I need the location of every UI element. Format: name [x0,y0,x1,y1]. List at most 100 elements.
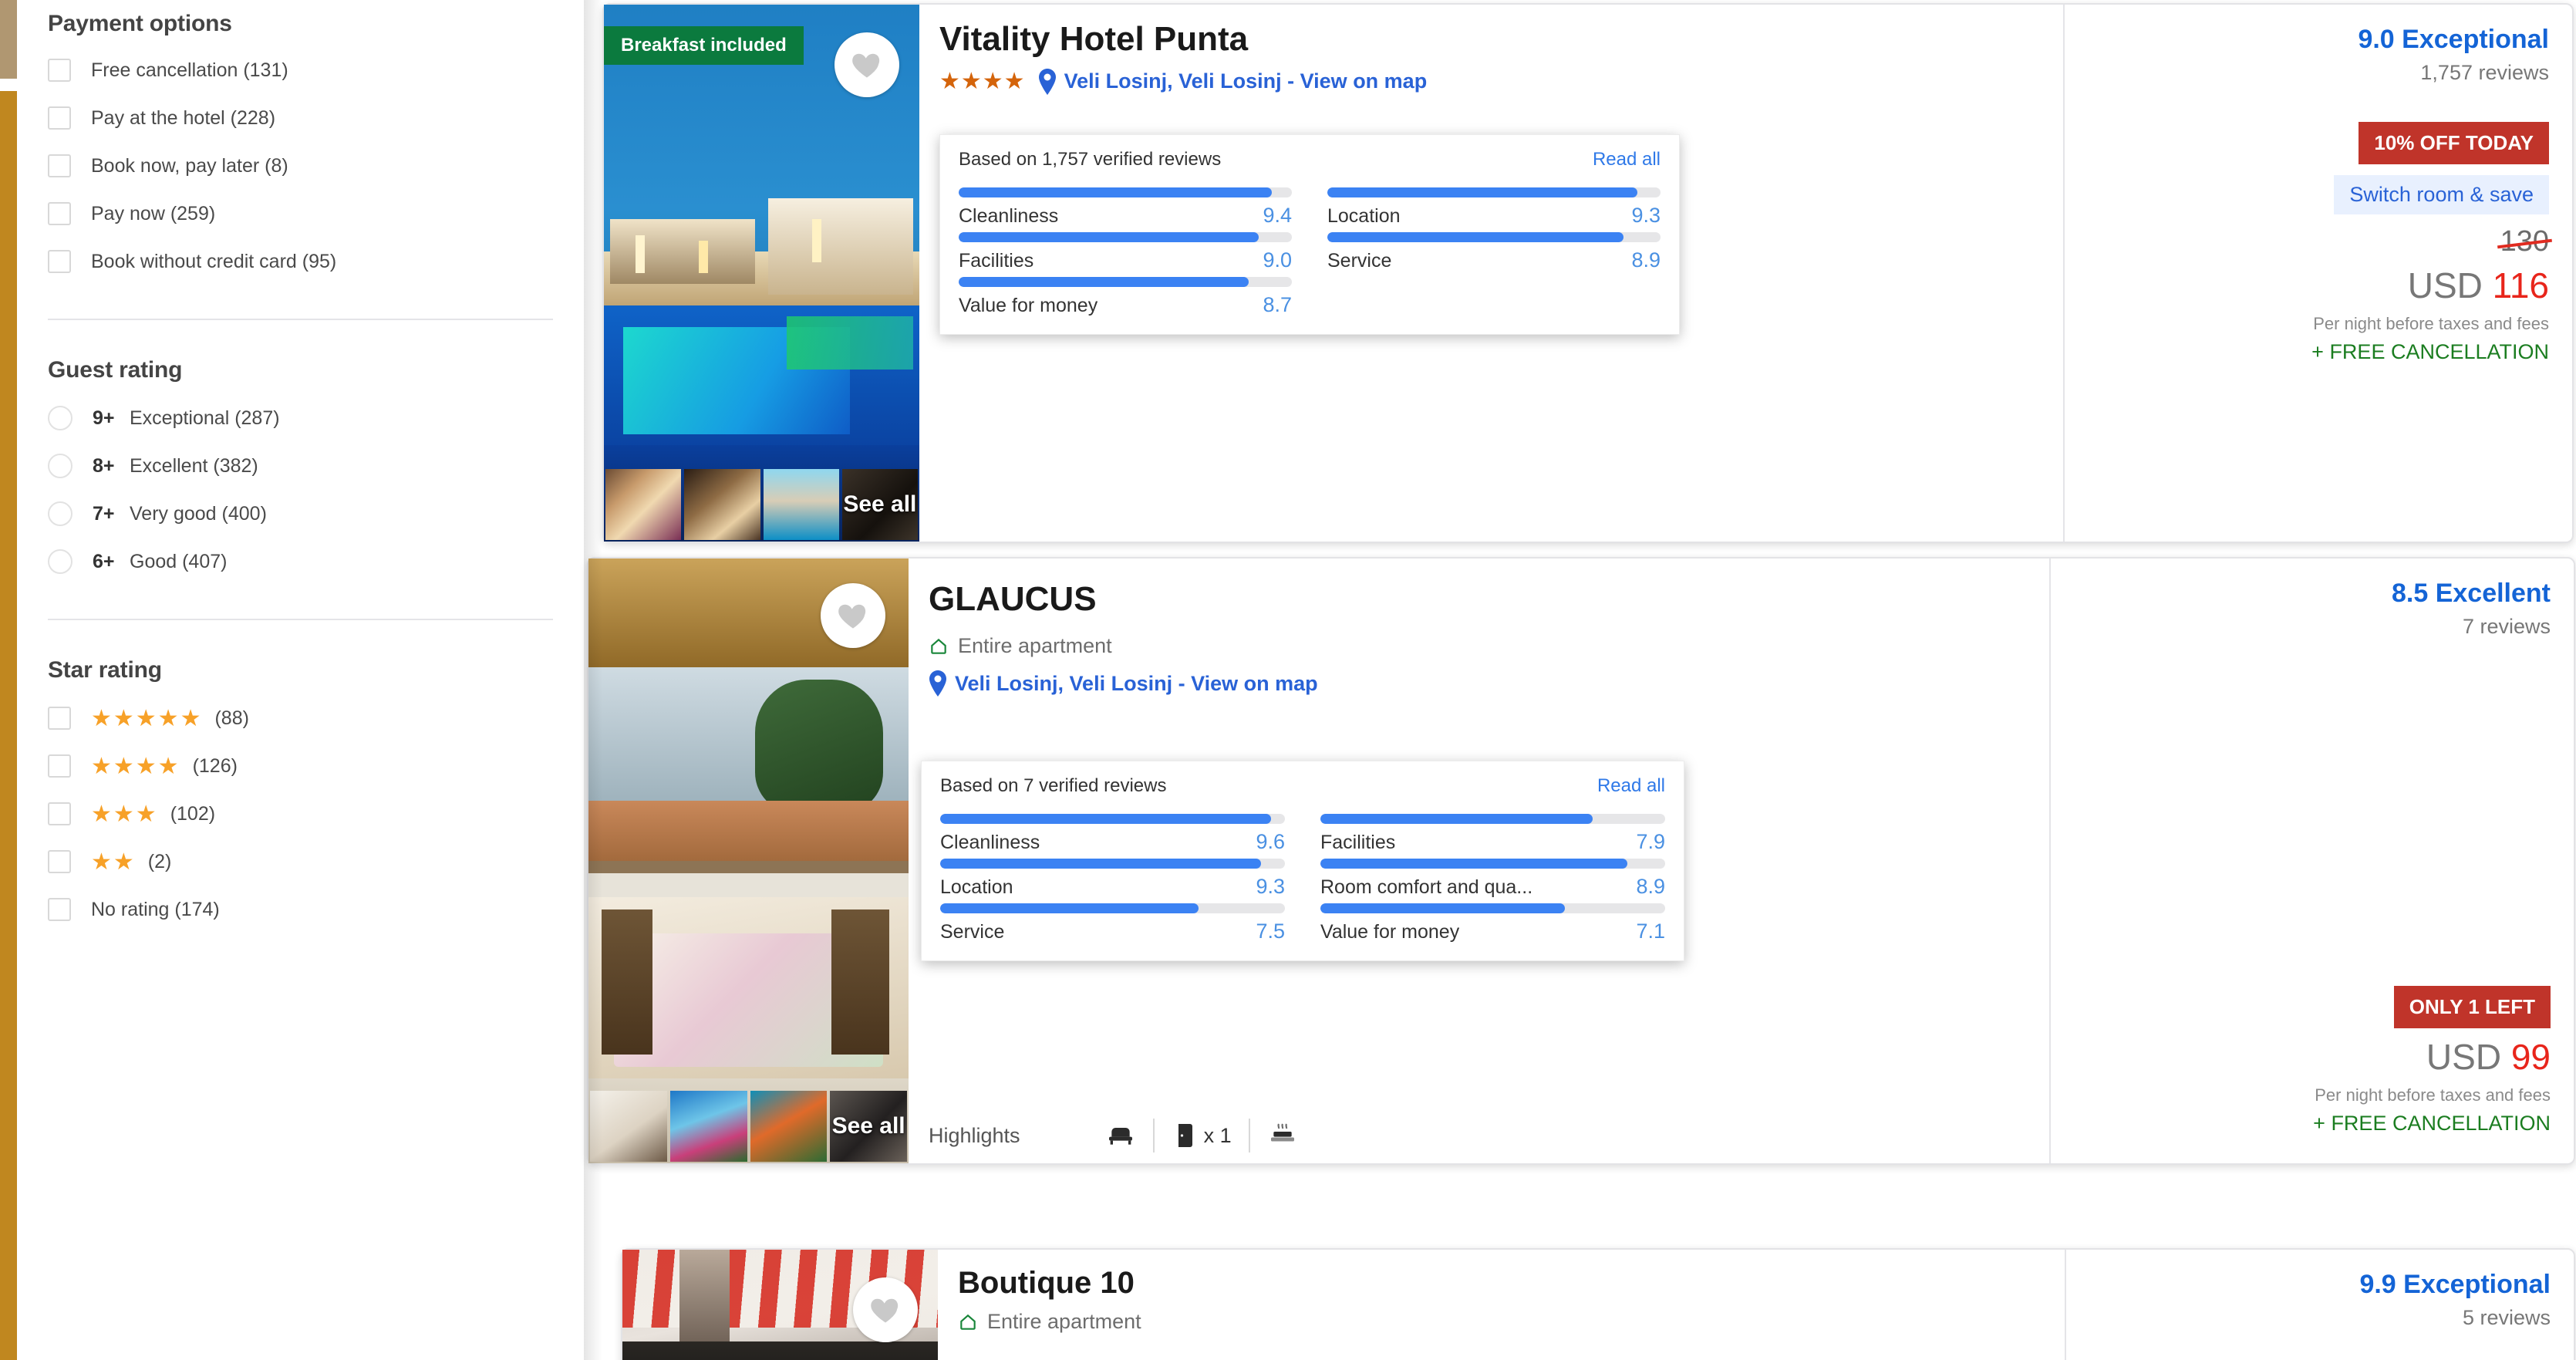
radio-rating-7plus[interactable] [48,501,72,526]
strikethrough-price: 130 [2500,225,2549,258]
filter-book-now-pay-later[interactable]: Book now, pay later (8) [48,150,553,182]
filter-pay-now[interactable]: Pay now (259) [48,197,553,230]
star-count: No rating (174) [91,898,220,920]
price-column: 9.9 Exceptional 5 reviews [2065,1250,2574,1360]
bedroom-count: x 1 [1203,1123,1232,1147]
review-score-item: Service 8.9 [1327,232,1661,277]
filter-rating-9plus[interactable]: 9+ Exceptional (287) [48,402,553,434]
checkbox-star-2[interactable] [48,850,71,873]
hotel-card-vitality-hotel-punta[interactable]: Breakfast included See all Vitality Hote… [602,3,2574,543]
view-on-map-link[interactable]: Veli Losinj, Veli Losinj - View on map [1064,69,1428,93]
score-bar-track [959,187,1292,197]
score-bar-track [1320,859,1665,869]
filter-free-cancellation[interactable]: Free cancellation (131) [48,54,553,86]
hotel-photo[interactable]: Breakfast included See all [604,5,919,542]
favorite-heart-button[interactable] [853,1277,918,1342]
thumbnail-seaview[interactable] [669,1091,747,1162]
see-all-label: See all [843,491,917,517]
radio-rating-8plus[interactable] [48,454,72,478]
hotel-card-glaucus[interactable]: See all GLAUCUS Entire apartment Veli Lo… [587,557,2575,1165]
checkbox-star-5[interactable] [48,707,71,730]
checkbox-book-without-credit-card[interactable] [48,250,71,273]
hotel-name[interactable]: Boutique 10 [958,1267,2045,1299]
hotel-name[interactable]: GLAUCUS [929,581,2029,617]
filter-book-without-credit-card[interactable]: Book without credit card (95) [48,245,553,278]
filter-star-4[interactable]: ★★★★ (126) [48,750,553,782]
filters-sidebar: Payment options Free cancellation (131) … [17,0,584,1360]
star-rating-title: Star rating [48,657,162,683]
hotel-info: Boutique 10 Entire apartment [938,1250,2065,1360]
score-name: Room comfort and qua... [1320,876,1533,898]
guest-score[interactable]: 9.9 Exceptional [2359,1270,2551,1300]
score-name: Cleanliness [959,205,1059,227]
filter-pay-at-hotel[interactable]: Pay at the hotel (228) [48,102,553,134]
reviews-basis: Based on 1,757 verified reviews [959,149,1222,170]
hotel-photo[interactable] [622,1250,938,1360]
photo-thumbnail-strip[interactable]: See all [588,1091,909,1163]
guest-score[interactable]: 8.5 Excellent [2392,579,2551,609]
hotel-card-boutique-10[interactable]: Boutique 10 Entire apartment 9.9 Excepti… [621,1248,2575,1360]
checkbox-star-3[interactable] [48,802,71,825]
filter-star-none[interactable]: No rating (174) [48,893,553,926]
score-name: Service [1327,250,1392,272]
see-all-photos-button[interactable]: See all [841,469,918,540]
filter-rating-8plus[interactable]: 8+ Excellent (382) [48,450,553,482]
hotel-photo[interactable]: See all [588,559,909,1163]
review-score-item: Value for money 7.1 [1320,903,1665,948]
see-all-label: See all [831,1113,905,1139]
thumbnail-room[interactable] [605,469,682,540]
radio-rating-9plus[interactable] [48,406,72,430]
filter-rating-7plus[interactable]: 7+ Very good (400) [48,498,553,530]
radio-rating-6plus[interactable] [48,549,72,574]
checkbox-pay-now[interactable] [48,202,71,225]
filter-label: Exceptional (287) [130,407,280,429]
review-score-item: Service 7.5 [940,903,1285,948]
favorite-heart-button[interactable] [835,32,899,97]
switch-room-and-save-link[interactable]: Switch room & save [2334,175,2549,214]
score-name: Value for money [959,295,1098,316]
filter-label: Pay now (259) [91,202,216,224]
read-all-reviews-link[interactable]: Read all [1593,149,1661,170]
favorite-heart-button[interactable] [821,583,885,648]
checkbox-pay-at-hotel[interactable] [48,106,71,130]
checkbox-book-now-pay-later[interactable] [48,154,71,177]
see-all-photos-button[interactable]: See all [830,1091,907,1162]
checkbox-star-none[interactable] [48,898,71,921]
read-all-reviews-link[interactable]: Read all [1597,775,1665,797]
thumbnail-restaurant[interactable] [684,469,760,540]
filter-star-3[interactable]: ★★★ (102) [48,798,553,830]
score-value: 9.3 [1256,875,1285,898]
filter-star-2[interactable]: ★★ (2) [48,845,553,878]
thumbnail-hallway[interactable] [590,1091,667,1162]
guest-score[interactable]: 9.0 Exceptional [2358,25,2549,55]
score-bar-track [1327,232,1661,242]
hotel-name[interactable]: Vitality Hotel Punta [939,21,2043,57]
scrollbar-thumb-upper[interactable] [0,0,17,79]
review-panel-header: Based on 1,757 verified reviews Read all [959,149,1661,170]
review-score-item: Facilities 9.0 [959,232,1292,277]
review-score-item: Location 9.3 [940,859,1285,903]
scrollbar-thumb[interactable] [0,91,17,1360]
view-on-map-link[interactable]: Veli Losinj, Veli Losinj - View on map [955,672,1318,696]
photo-thumbnail-strip[interactable]: See all [604,469,919,542]
review-count: 1,757 reviews [2420,61,2549,84]
score-bar-fill [940,859,1261,869]
checkbox-free-cancellation[interactable] [48,59,71,82]
thumbnail-aerial[interactable] [750,1091,828,1162]
star-icons: ★★★★ [91,753,180,779]
review-score-item: Location 9.3 [1327,187,1661,232]
score-bar-fill [959,187,1273,197]
page-scrollbar[interactable] [0,0,17,1360]
score-bar-track [959,277,1292,287]
thumbnail-marina[interactable] [763,469,839,540]
guest-rating-title: Guest rating [48,357,183,383]
star-count: (126) [192,754,238,777]
filter-rating-6plus[interactable]: 6+ Good (407) [48,545,553,578]
checkbox-star-4[interactable] [48,754,71,778]
score-name: Location [940,876,1013,898]
score-bar-fill [940,903,1199,913]
filter-star-5[interactable]: ★★★★★ (88) [48,702,553,734]
score-value: 9.3 [1631,204,1661,227]
filter-label: Book now, pay later (8) [91,154,288,177]
price-column: 9.0 Exceptional 1,757 reviews 10% OFF TO… [2063,5,2572,542]
